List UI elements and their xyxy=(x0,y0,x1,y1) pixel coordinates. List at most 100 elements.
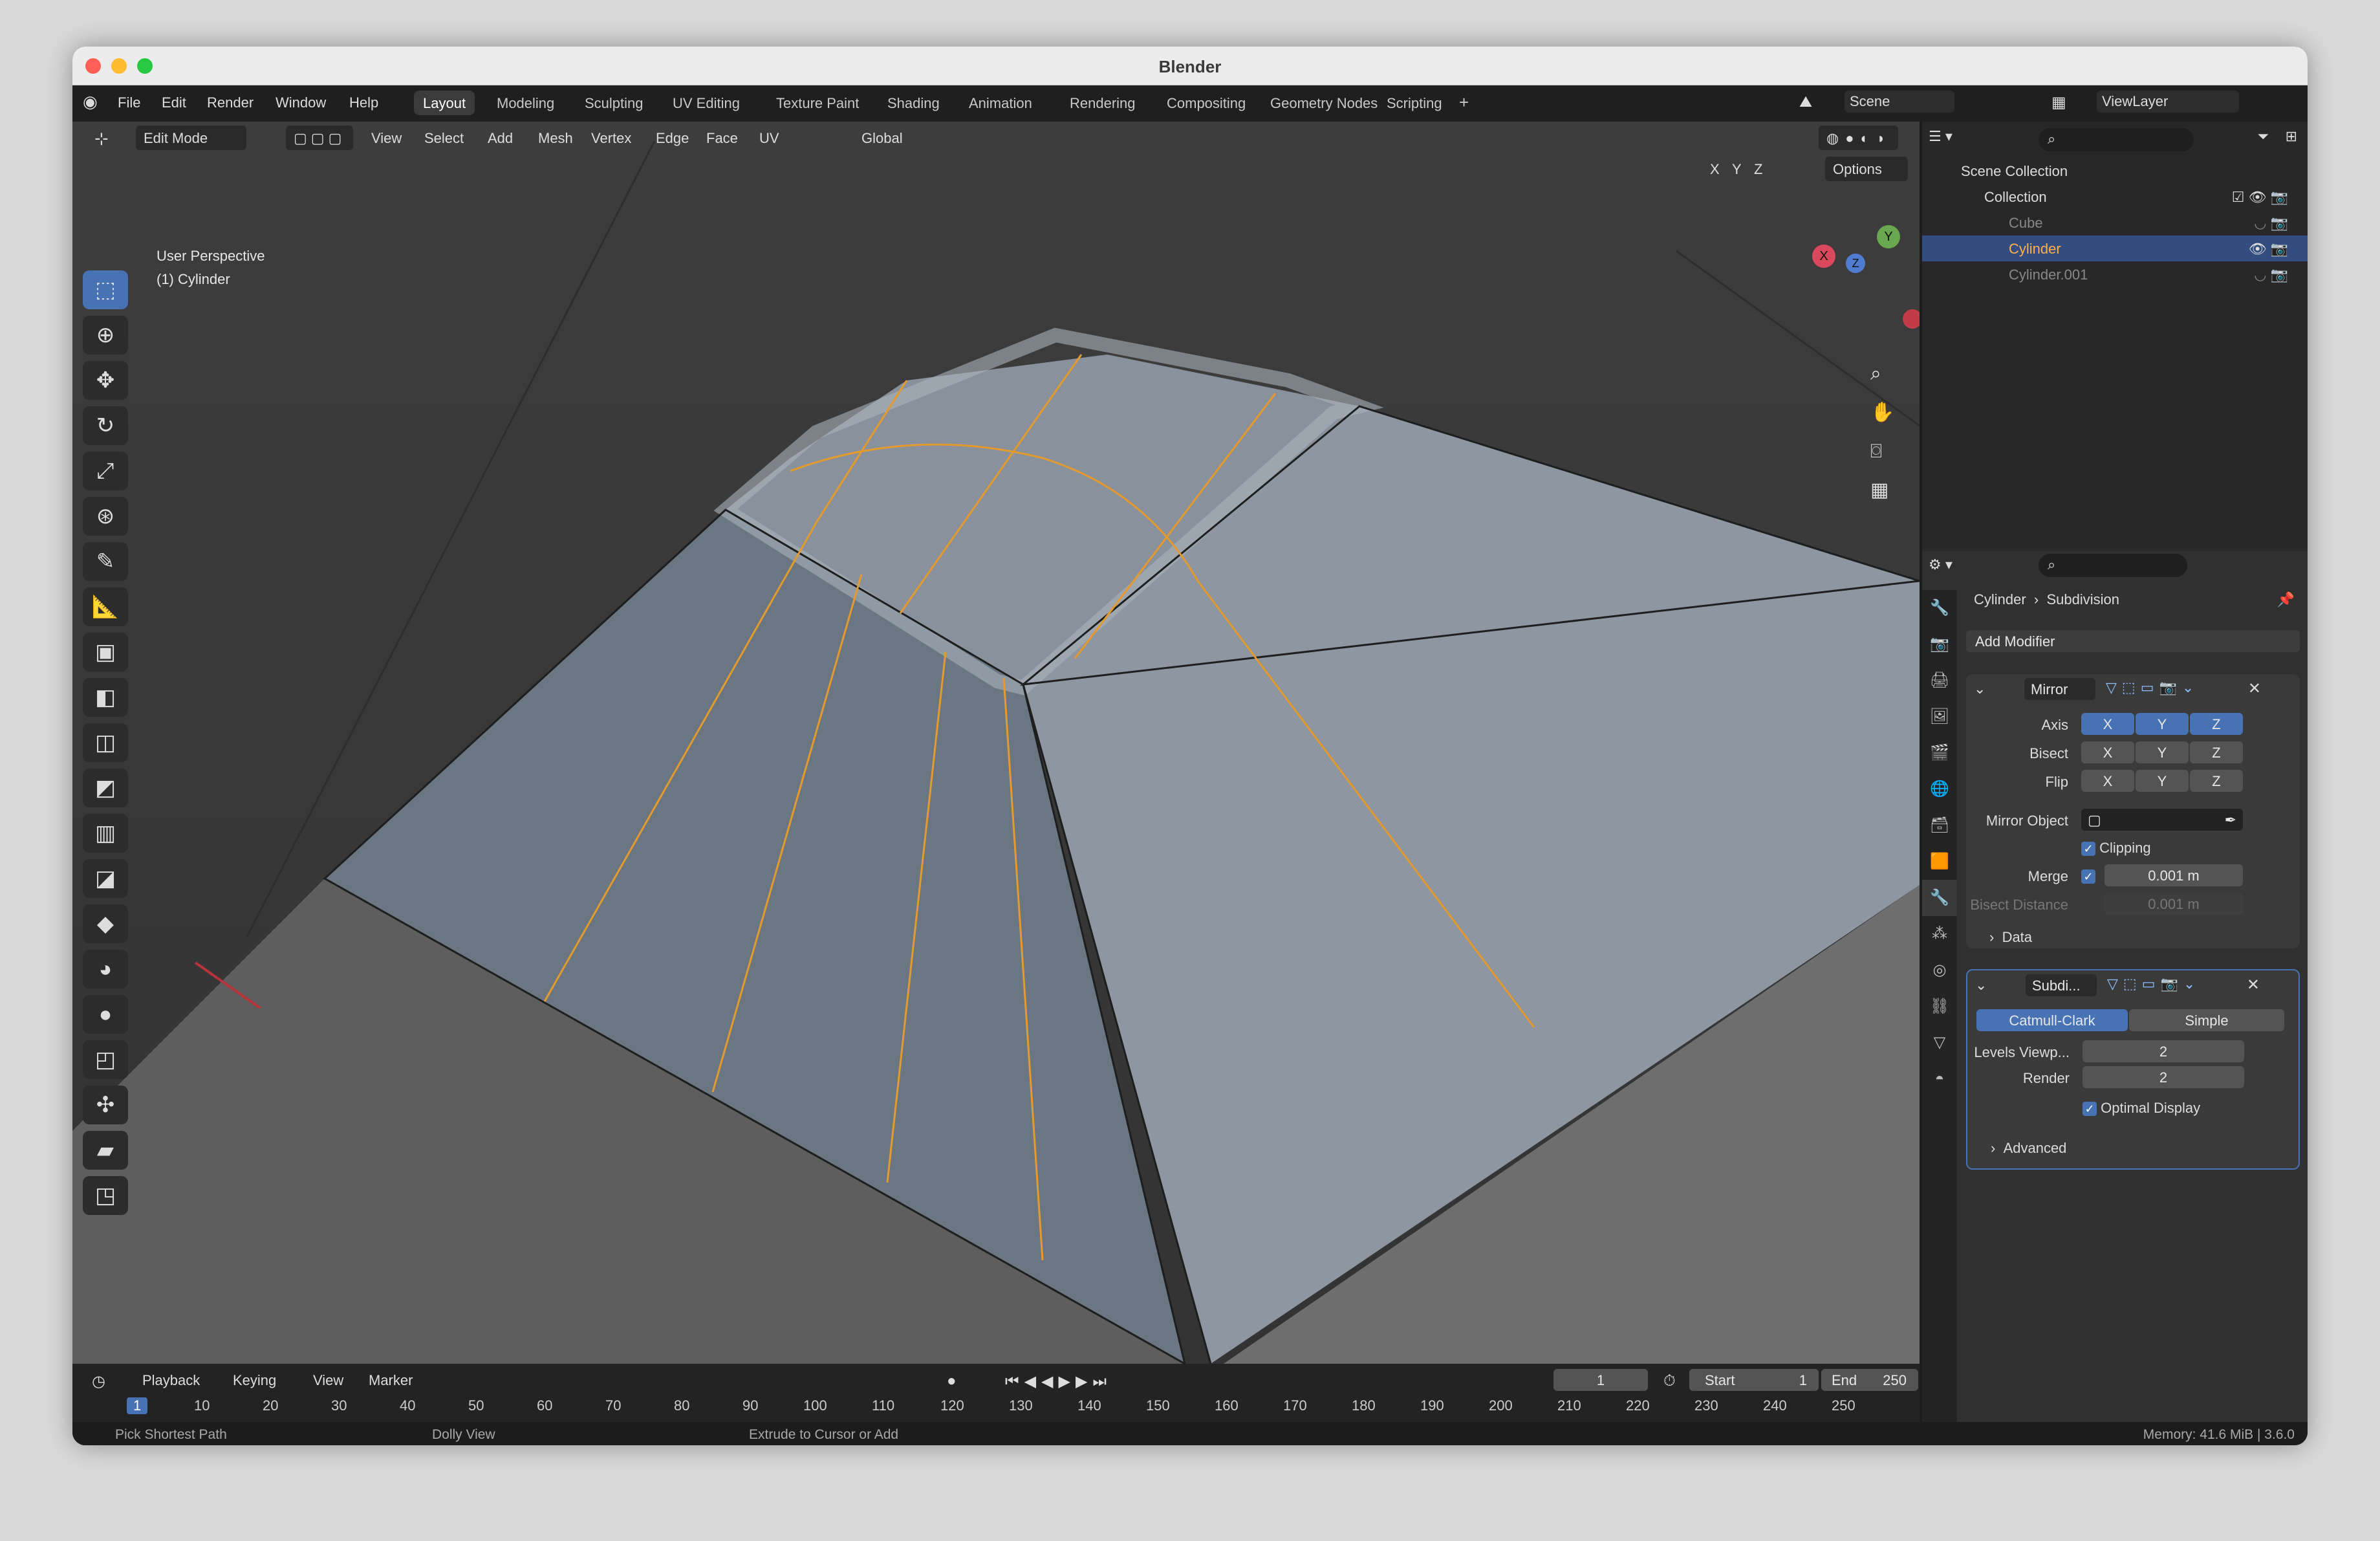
playback-controls[interactable]: ⏮◀◀▶▶⏭ xyxy=(997,1368,1120,1392)
gizmo-x-axis[interactable]: X xyxy=(1812,245,1835,268)
tab-animation[interactable]: Animation xyxy=(960,91,1041,115)
start-frame-field[interactable]: Start 1 xyxy=(1689,1369,1819,1391)
data-subpanel[interactable]: › Data xyxy=(1989,929,2032,946)
shear-tool[interactable]: ▰ xyxy=(83,1131,128,1170)
current-frame-field[interactable]: 1 xyxy=(1553,1369,1648,1391)
optimal-display-checkbox[interactable]: ✓ Optimal Display xyxy=(2082,1100,2200,1117)
rip-tool[interactable]: ◳ xyxy=(83,1176,128,1215)
view-layer-tab-icon[interactable]: 🖼 xyxy=(1922,699,1957,735)
outliner-item-cylinder[interactable]: Cylinder 👁 📷 xyxy=(1922,235,2308,261)
bisect-distance-field[interactable]: 0.001 m xyxy=(2104,893,2243,915)
pin-icon[interactable]: 📌 xyxy=(2277,591,2295,608)
mirror-axis-x[interactable]: X xyxy=(1702,157,1727,181)
navigation-gizmo[interactable]: Y X Z xyxy=(1806,212,1920,342)
end-frame-field[interactable]: End 250 xyxy=(1821,1369,1918,1391)
gizmo-z-axis[interactable]: Z xyxy=(1846,254,1865,273)
vp-menu-mesh[interactable]: Mesh xyxy=(530,126,581,150)
flip-y-toggle[interactable]: Y xyxy=(2136,770,2189,792)
pan-hand-icon[interactable]: ✋ xyxy=(1870,393,1894,432)
inset-tool[interactable]: ◫ xyxy=(83,723,128,762)
scale-tool[interactable]: ⤢ xyxy=(83,452,128,490)
vp-menu-view[interactable]: View xyxy=(363,126,409,150)
vp-menu-face[interactable]: Face xyxy=(698,126,746,150)
render-tab-icon[interactable]: 📷 xyxy=(1922,626,1957,662)
extrude-tool[interactable]: ◧ xyxy=(83,678,128,717)
clipping-checkbox[interactable]: ✓ Clipping xyxy=(2081,840,2151,857)
smooth-tool[interactable]: ● xyxy=(83,995,128,1034)
remove-mirror-icon[interactable]: ✕ xyxy=(2248,679,2261,698)
vp-menu-vertex[interactable]: Vertex xyxy=(583,126,639,150)
visibility-icons[interactable]: ◡ 📷 xyxy=(2254,215,2288,232)
object-tab-icon[interactable]: 🟧 xyxy=(1922,844,1957,880)
menu-help[interactable]: Help xyxy=(349,94,378,111)
simple-button[interactable]: Simple xyxy=(2129,1009,2284,1031)
rotate-tool[interactable]: ↻ xyxy=(83,406,128,445)
outliner-search-input[interactable]: ⌕ xyxy=(2039,128,2194,151)
visibility-icons[interactable]: ☑ 👁 📷 xyxy=(2232,189,2288,206)
properties-search-input[interactable]: ⌕ xyxy=(2039,554,2187,577)
outliner-collection[interactable]: Collection ☑ 👁 📷 xyxy=(1922,184,2308,210)
zoom-icon[interactable]: ⌕ xyxy=(1870,355,1894,393)
flip-x-toggle[interactable]: X xyxy=(2081,770,2134,792)
filter-icon[interactable]: ⏷ xyxy=(2257,128,2269,145)
physics-tab-icon[interactable]: ◎ xyxy=(1922,952,1957,989)
blender-logo-icon[interactable]: ◉ xyxy=(83,92,98,112)
transform-tool[interactable]: ⊛ xyxy=(83,497,128,536)
options-button[interactable]: Options xyxy=(1825,157,1908,181)
outliner-item-cylinder-001[interactable]: Cylinder.001 ◡ 📷 xyxy=(1922,261,2308,287)
menu-window[interactable]: Window xyxy=(276,94,326,111)
spin-tool[interactable]: ◕ xyxy=(83,950,128,989)
outliner-scene-collection[interactable]: Scene Collection xyxy=(1922,158,2308,184)
levels-viewport-field[interactable]: 2 xyxy=(2082,1040,2244,1062)
select-box-tool[interactable]: ⬚ xyxy=(83,270,128,309)
timeline-menu-keying[interactable]: Keying xyxy=(225,1368,284,1392)
bisect-z-toggle[interactable]: Z xyxy=(2190,741,2243,763)
scene-selector[interactable]: Scene xyxy=(1844,91,1955,113)
axis-z-toggle[interactable]: Z xyxy=(2190,713,2243,735)
flip-z-toggle[interactable]: Z xyxy=(2190,770,2243,792)
bisect-x-toggle[interactable]: X xyxy=(2081,741,2134,763)
collection-tab-icon[interactable]: 🗃 xyxy=(1922,807,1957,844)
catmull-clark-button[interactable]: Catmull-Clark xyxy=(1976,1009,2128,1031)
modifier-tab-icon[interactable]: 🔧 xyxy=(1922,880,1957,916)
record-icon[interactable]: ● xyxy=(939,1368,964,1392)
tab-geometry-nodes[interactable]: Geometry Nodes xyxy=(1261,91,1387,115)
viewlayer-selector[interactable]: ViewLayer xyxy=(2097,91,2240,113)
playhead[interactable]: 1 xyxy=(127,1397,148,1414)
add-workspace-button[interactable]: + xyxy=(1450,88,1478,113)
loop-cut-tool[interactable]: ▥ xyxy=(83,814,128,853)
eyedropper-icon[interactable]: ✒ xyxy=(2225,812,2236,829)
timeline-menu-playback[interactable]: Playback xyxy=(135,1368,208,1392)
menu-render[interactable]: Render xyxy=(207,94,254,111)
material-tab-icon[interactable]: ◓ xyxy=(1922,1061,1957,1097)
tool-tab-icon[interactable]: 🔧 xyxy=(1922,590,1957,626)
tab-modeling[interactable]: Modeling xyxy=(488,91,563,115)
tab-shading[interactable]: Shading xyxy=(878,91,949,115)
scene-icon[interactable]: ⛰ xyxy=(1799,93,1812,111)
modifier-display-icons[interactable]: ▽⬚▭📷⌄ xyxy=(2106,679,2199,696)
add-modifier-button[interactable]: Add Modifier xyxy=(1966,630,2300,652)
output-tab-icon[interactable]: 🖨 xyxy=(1922,662,1957,699)
expand-subdiv-icon[interactable]: ⌄ xyxy=(1975,977,1987,994)
modifier-display-icons[interactable]: ▽⬚▭📷⌄ xyxy=(2107,976,2200,992)
gizmo-y-axis[interactable]: Y xyxy=(1877,225,1900,248)
world-tab-icon[interactable]: 🌐 xyxy=(1922,771,1957,807)
mirror-axis-y[interactable]: Y xyxy=(1724,157,1749,181)
merge-distance-field[interactable]: 0.001 m xyxy=(2104,864,2243,886)
ortho-grid-icon[interactable]: ▦ xyxy=(1870,471,1894,510)
scene-tab-icon[interactable]: 🎬 xyxy=(1922,735,1957,771)
vp-menu-edge[interactable]: Edge xyxy=(648,126,697,150)
tab-layout[interactable]: Layout xyxy=(414,91,475,115)
tab-scripting[interactable]: Scripting xyxy=(1378,91,1451,115)
merge-checkbox[interactable]: ✓ xyxy=(2081,869,2095,884)
timeline-menu-marker[interactable]: Marker xyxy=(361,1368,420,1392)
subdiv-name-field[interactable]: Subdi... xyxy=(2026,974,2097,996)
axis-y-toggle[interactable]: Y xyxy=(2136,713,2189,735)
outliner-item-cube[interactable]: Cube ◡ 📷 xyxy=(1922,210,2308,235)
edge-slide-tool[interactable]: ◰ xyxy=(83,1040,128,1079)
render-levels-field[interactable]: 2 xyxy=(2082,1066,2244,1088)
tab-texture-paint[interactable]: Texture Paint xyxy=(767,91,868,115)
axis-x-toggle[interactable]: X xyxy=(2081,713,2134,735)
vp-menu-select[interactable]: Select xyxy=(416,126,471,150)
remove-subdiv-icon[interactable]: ✕ xyxy=(2247,976,2260,994)
